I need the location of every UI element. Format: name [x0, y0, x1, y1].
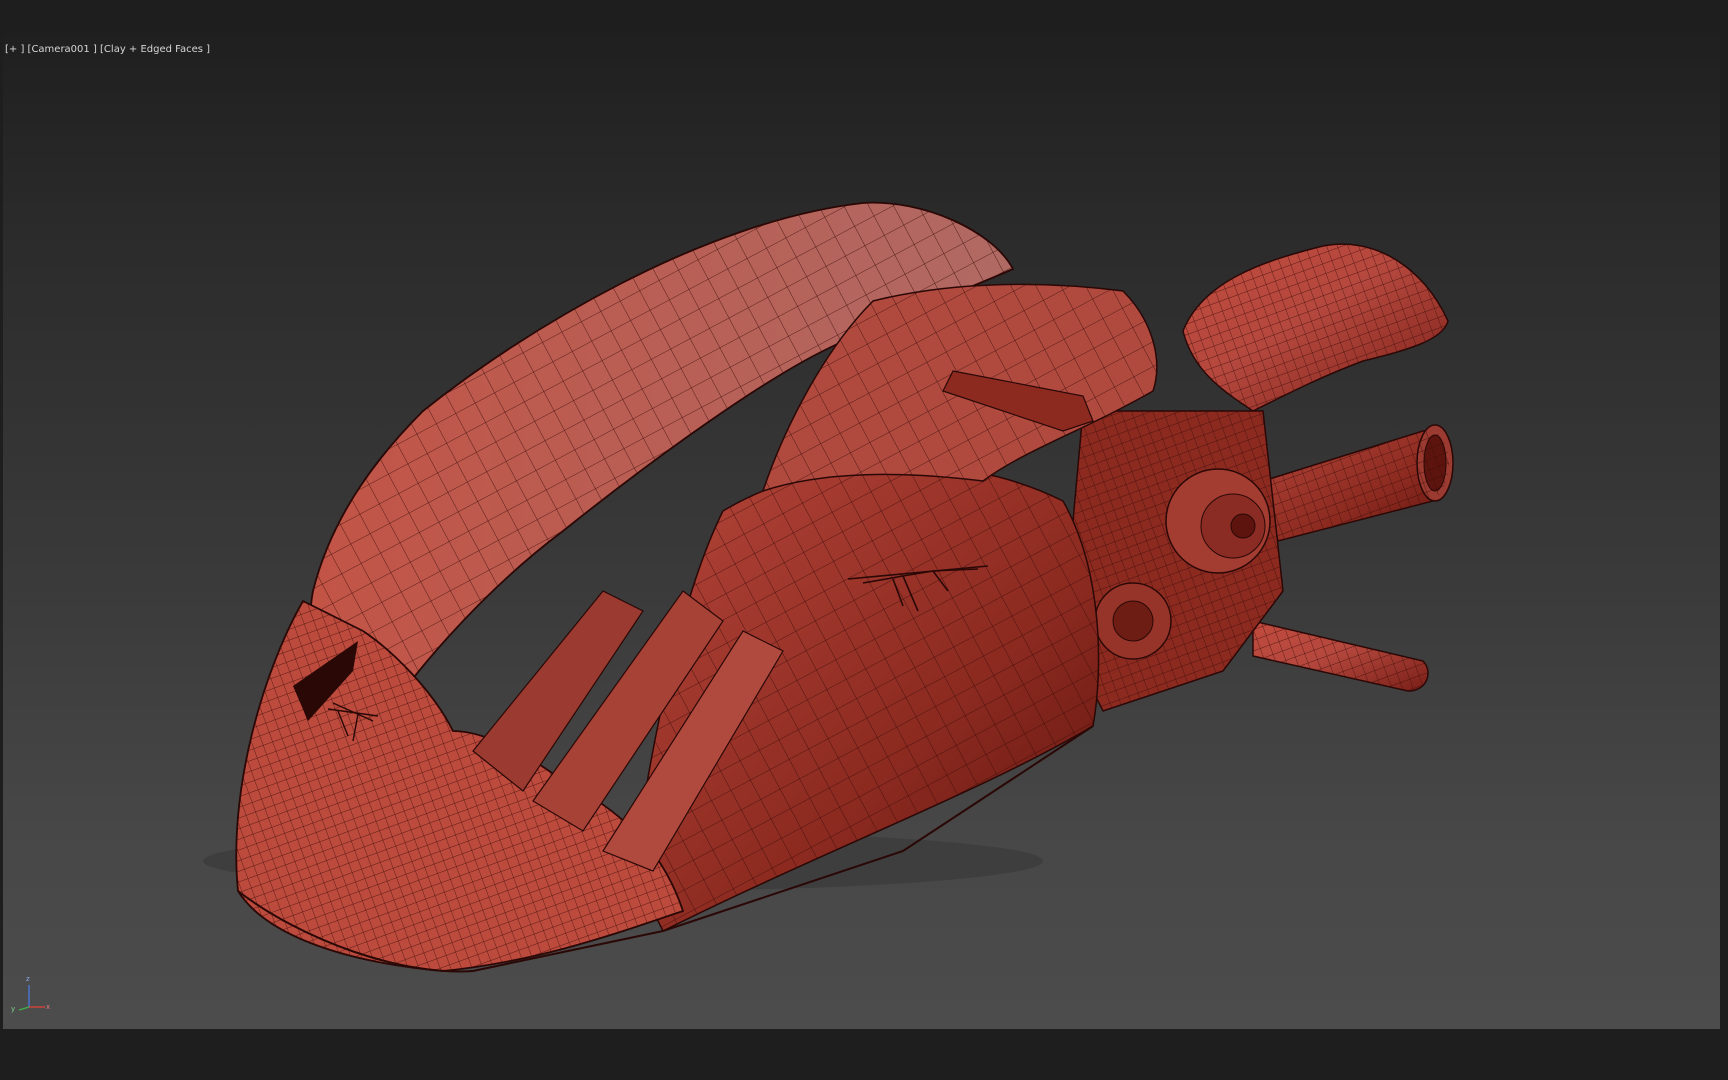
app-frame: [+ ] [Camera001 ] [Clay + Edged Faces ] …: [0, 0, 1728, 1080]
axis-gizmo: z x y: [11, 975, 50, 1013]
hoverbike-model: [203, 201, 1454, 973]
viewport-label[interactable]: [+ ] [Camera001 ] [Clay + Edged Faces ]: [5, 44, 210, 55]
axis-z-label: z: [26, 975, 30, 983]
axis-y-line: [18, 1006, 30, 1011]
axis-x-label: x: [46, 1003, 50, 1011]
bottom-bar: [0, 1029, 1728, 1080]
axis-y-label: y: [11, 1005, 15, 1013]
viewport-camera001[interactable]: [+ ] [Camera001 ] [Clay + Edged Faces ] …: [3, 31, 1720, 1029]
